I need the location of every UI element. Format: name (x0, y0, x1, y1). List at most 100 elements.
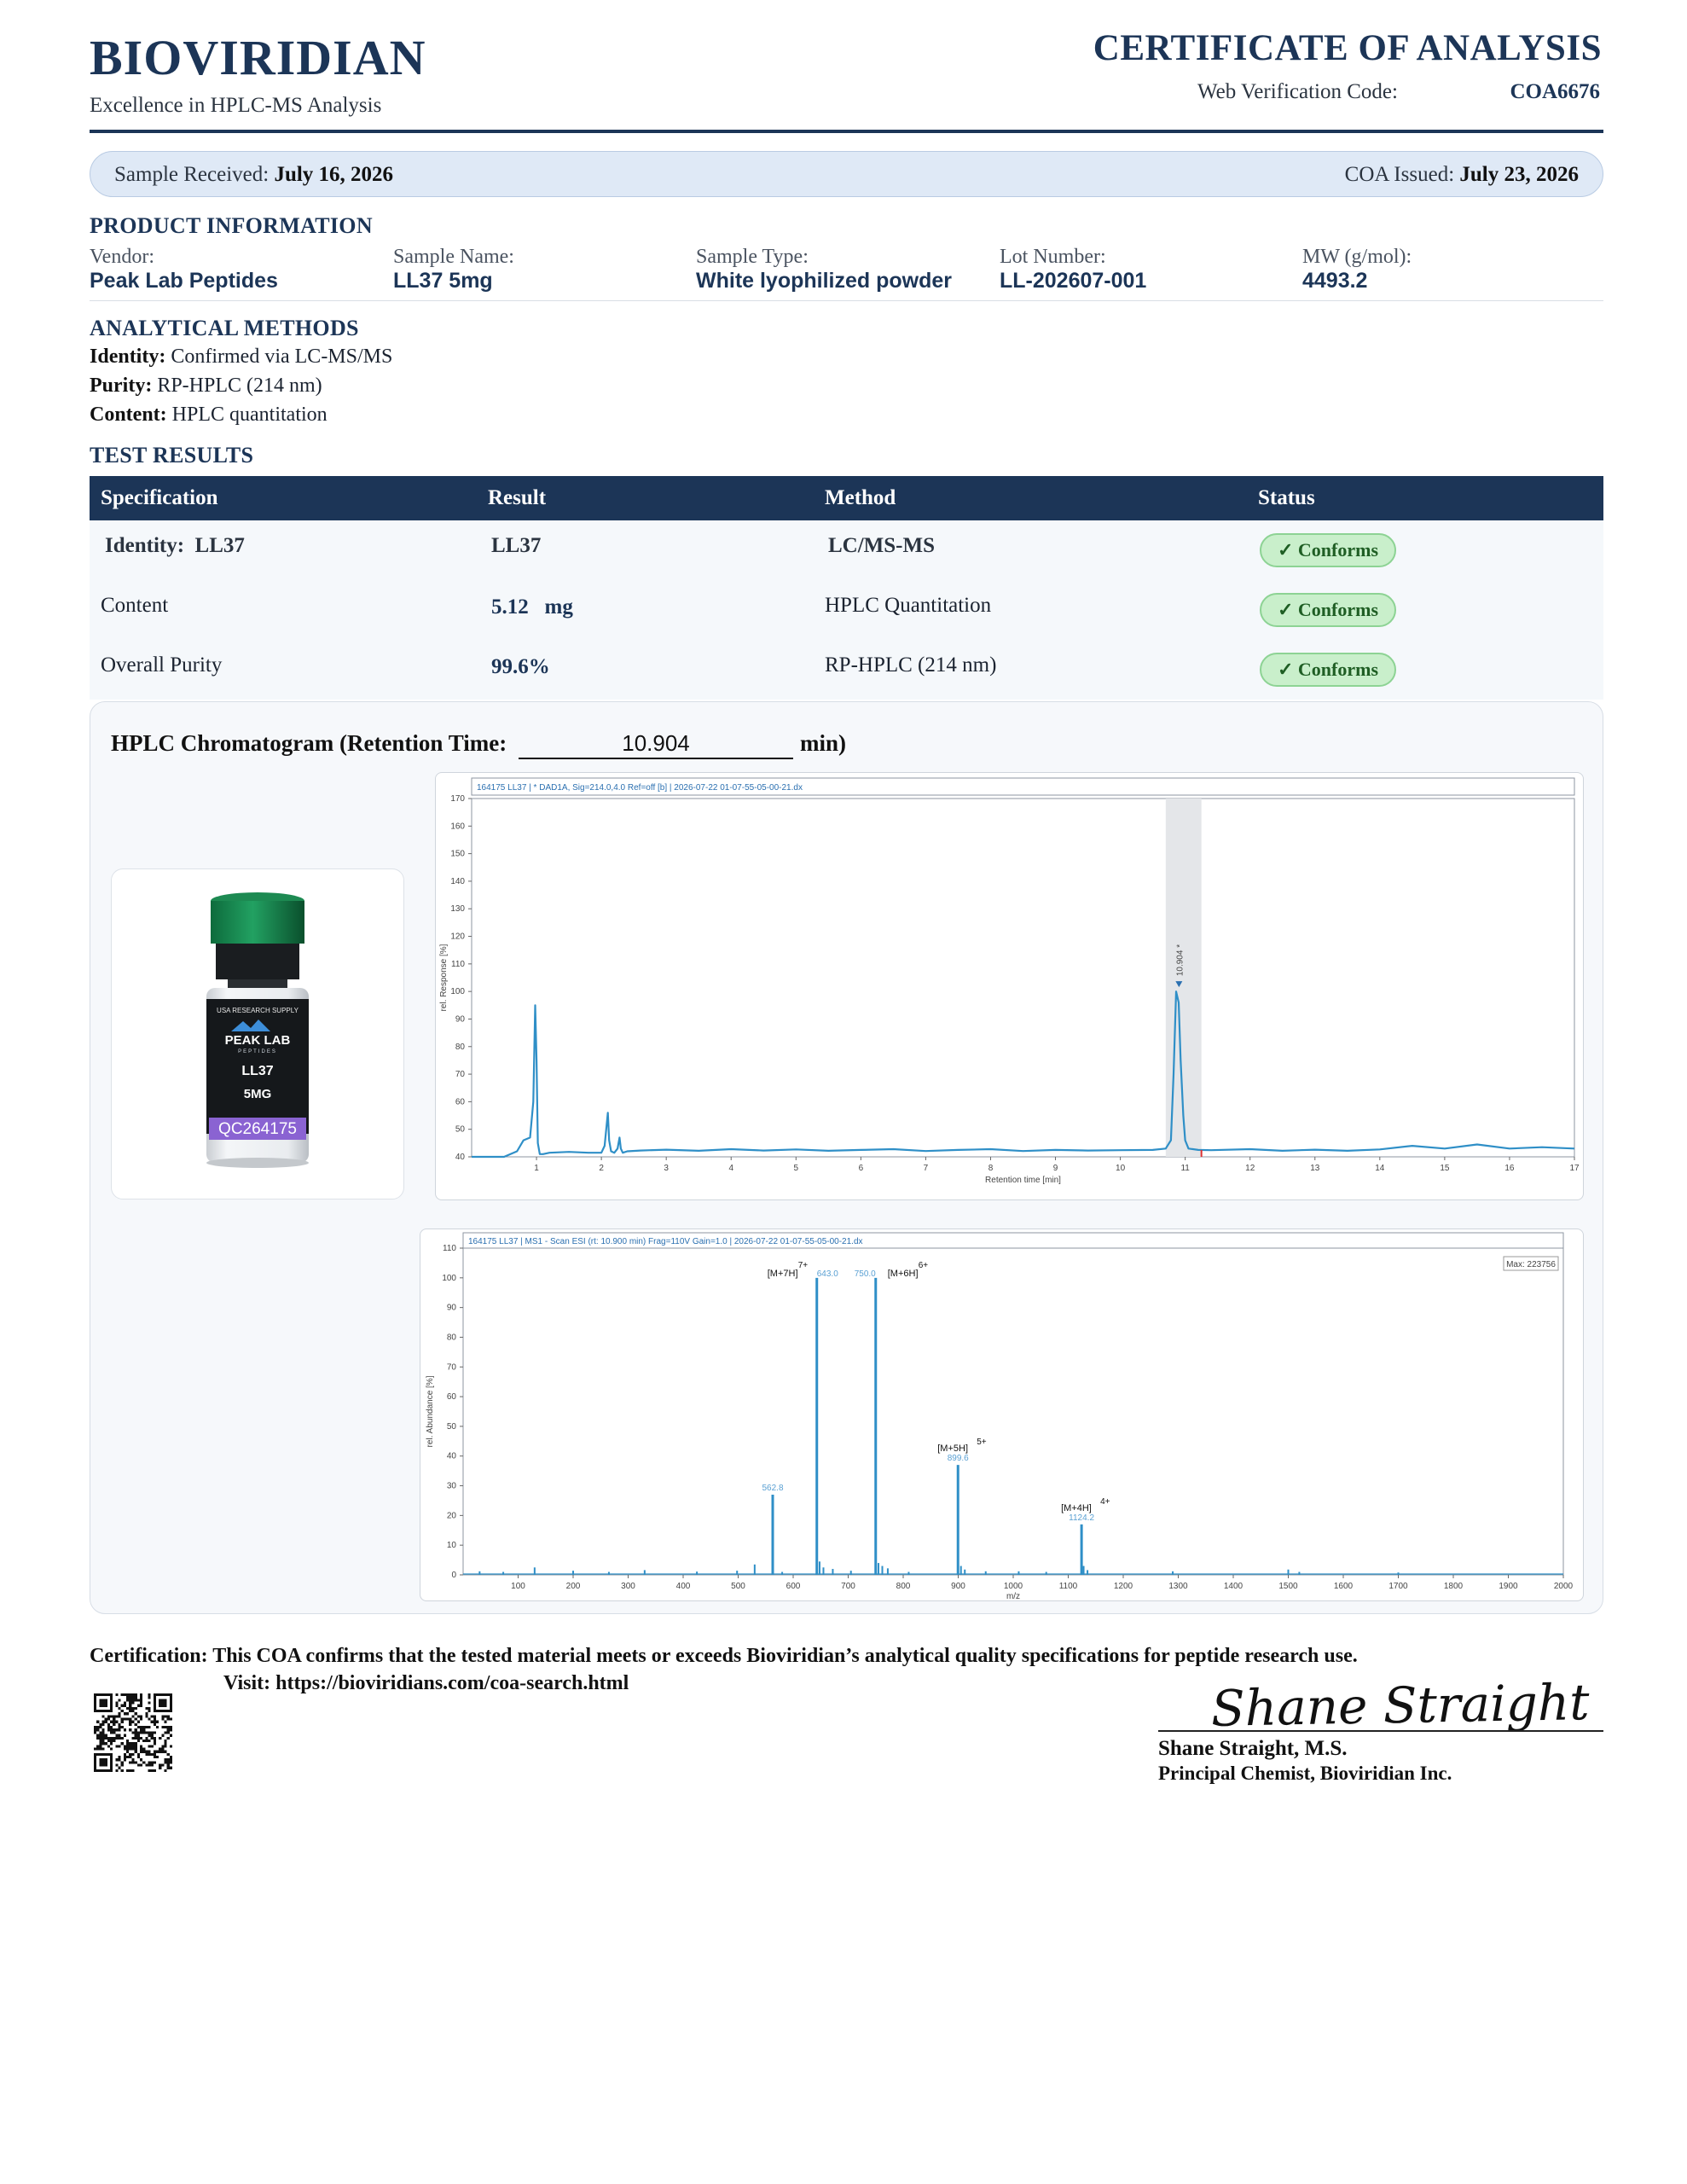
qr-module (142, 1761, 146, 1764)
qr-module (115, 1758, 119, 1762)
qr-module (99, 1745, 102, 1748)
qr-module (101, 1715, 105, 1718)
qr-module (136, 1739, 140, 1743)
qr-module (134, 1745, 137, 1748)
date-bar: Sample Received: July 16, 2026 COA Issue… (90, 151, 1603, 197)
qr-module (123, 1704, 127, 1707)
qr-module (145, 1706, 148, 1711)
qr-module (118, 1758, 121, 1762)
x-tick-label: 1100 (1059, 1582, 1078, 1591)
qr-module (161, 1763, 165, 1767)
qr-module (161, 1747, 165, 1751)
product-info-divider (90, 300, 1603, 301)
y-tick-label: 60 (447, 1392, 457, 1402)
qr-module (118, 1766, 121, 1769)
qr-module (145, 1739, 148, 1743)
qr-module (123, 1701, 127, 1705)
qr-module (126, 1717, 130, 1721)
qr-module (131, 1706, 135, 1711)
qr-module (131, 1731, 135, 1734)
column-header-specification: Specification (101, 486, 218, 509)
x-tick-label: 7 (924, 1164, 929, 1173)
method-value: HPLC quantitation (171, 404, 328, 426)
x-tick-label: 2 (599, 1164, 604, 1173)
qr-module (118, 1734, 121, 1737)
qr-module (126, 1745, 130, 1748)
qr-module (118, 1745, 121, 1748)
qr-module (139, 1750, 143, 1753)
table-row: Identity: LL37 LL37 LC/MS-MS ✓ Conforms (90, 520, 1603, 580)
x-tick-label: 400 (676, 1582, 691, 1591)
qr-module (134, 1736, 137, 1740)
qr-module (131, 1761, 135, 1764)
qr-module (131, 1701, 135, 1705)
y-tick-label: 30 (447, 1482, 457, 1491)
qr-module (107, 1736, 111, 1740)
qr-module (139, 1717, 143, 1721)
peak-charge-label: 5+ (977, 1438, 987, 1447)
qr-module (94, 1726, 97, 1729)
qr-module (123, 1752, 127, 1756)
qr-module (107, 1722, 111, 1727)
qr-module (150, 1720, 154, 1723)
qr-module (161, 1750, 165, 1753)
qr-module (94, 1747, 97, 1751)
qr-module (129, 1745, 132, 1748)
qr-module (126, 1739, 130, 1743)
peak-charge-label: 4+ (1100, 1497, 1110, 1507)
qr-module (153, 1722, 156, 1727)
peak-ion-label: [M+7H] (768, 1269, 798, 1279)
x-axis-label: Retention time [min] (985, 1176, 1061, 1185)
qr-module (110, 1736, 113, 1740)
signer-title: Principal Chemist, Bioviridian Inc. (1158, 1763, 1452, 1784)
verification-code-label: Web Verification Code: (1197, 80, 1398, 103)
qr-module (107, 1745, 111, 1748)
x-tick-label: 1 (534, 1164, 539, 1173)
certification-text: This COA confirms that the tested materi… (212, 1645, 1358, 1667)
qr-module (120, 1720, 124, 1723)
qr-module (99, 1731, 102, 1734)
qr-module (126, 1706, 130, 1711)
chart-header-text: 164175 LL37 | MS1 - Scan ESI (rt: 10.900… (468, 1237, 863, 1246)
qr-module (131, 1699, 135, 1702)
qr-module (120, 1717, 124, 1721)
product-field-label: MW (g/mol): (1302, 246, 1412, 268)
chart-header-text: 164175 LL37 | * DAD1A, Sig=214.0,4.0 Ref… (477, 783, 803, 793)
qr-module (148, 1745, 151, 1748)
qr-module (166, 1736, 170, 1740)
qr-module (153, 1717, 156, 1721)
mass-spectrum-chart: 164175 LL37 | MS1 - Scan ESI (rt: 10.900… (426, 1232, 1574, 1601)
qr-module (139, 1736, 143, 1740)
qr-module (115, 1734, 119, 1737)
qr-module (131, 1745, 135, 1748)
vial-qc-code: QC264175 (218, 1120, 297, 1138)
qr-module (107, 1715, 111, 1718)
qr-finder-core (99, 1758, 107, 1767)
peak-charge-label: 7+ (798, 1261, 809, 1270)
verification-link[interactable]: Visit: https://bioviridians.com/coa-sear… (223, 1672, 629, 1695)
qr-module (164, 1726, 167, 1729)
x-tick-label: 4 (728, 1164, 733, 1173)
qr-module (134, 1750, 137, 1753)
cell-method: LC/MS-MS (828, 534, 935, 557)
qr-module (134, 1728, 137, 1732)
y-tick-label: 70 (455, 1070, 466, 1079)
qr-module (169, 1717, 172, 1721)
qr-module (126, 1747, 130, 1751)
qr-module (123, 1693, 127, 1697)
qr-module (136, 1715, 140, 1718)
qr-module (120, 1726, 124, 1729)
qr-module (145, 1715, 148, 1718)
qr-module (164, 1745, 167, 1748)
qr-module (139, 1699, 143, 1702)
x-tick-label: 1300 (1168, 1582, 1188, 1591)
vial-product-text: LL37 (241, 1064, 273, 1078)
qr-module (126, 1693, 130, 1697)
results-table: Specification Result Method Status Ident… (90, 476, 1603, 700)
qr-module (101, 1734, 105, 1737)
qr-module (153, 1761, 156, 1764)
qr-module (120, 1769, 124, 1772)
y-tick-label: 110 (451, 960, 465, 969)
qr-module (164, 1761, 167, 1764)
qr-code-icon[interactable] (94, 1693, 172, 1772)
